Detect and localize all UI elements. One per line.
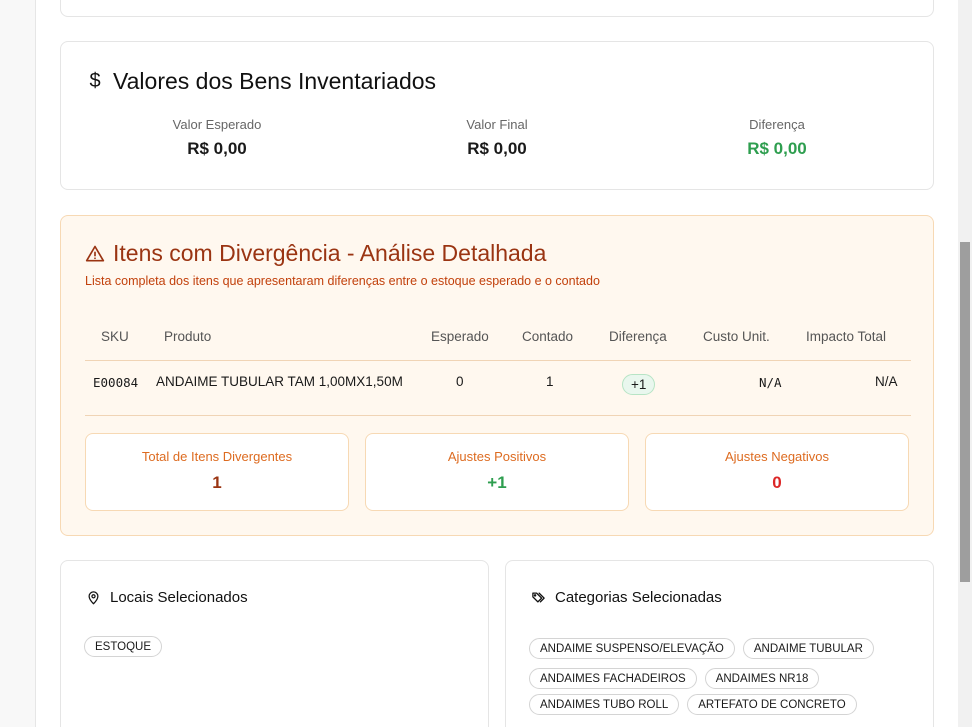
divergence-subtitle: Lista completa dos itens que apresentara… [85,274,600,288]
stat-negative-label: Ajustes Negativos [724,449,830,464]
stat-positive-value: +1 [487,473,507,492]
category-chip: ANDAIMES TUBO ROLL [529,694,680,715]
expected-value-amount: R$ 0,00 [187,139,247,158]
category-chip: ARTEFATO DE CONCRETO [687,694,857,715]
category-chip: ANDAIME SUSPENSO/ELEVAÇÃO [529,638,735,659]
category-chip: ANDAIME TUBULAR [742,638,874,659]
col-unit-cost[interactable]: Custo Unit. [703,329,770,344]
col-product[interactable]: Produto [164,329,211,344]
stat-positive-adjustments: Ajustes Positivos +1 [365,433,629,511]
stat-negative-value: 0 [772,473,782,492]
vertical-scrollbar[interactable] [958,0,972,727]
final-value-label: Valor Final [466,117,528,132]
difference-value-amount: R$ 0,00 [747,139,807,158]
map-pin-icon [88,591,99,605]
row-product: ANDAIME TUBULAR TAM 1,00MX1,50M [156,374,403,389]
final-value-amount: R$ 0,00 [467,139,527,158]
divergence-title: Itens com Divergência - Análise Detalhad… [85,240,546,267]
row-expected: 0 [456,374,464,389]
row-counted: 1 [546,374,554,389]
categories-title-text: Categorias Selecionadas [555,589,722,606]
final-value: Valor Final R$ 0,00 [377,117,617,159]
values-card: $ Valores dos Bens Inventariados Valor E… [60,41,934,190]
categories-title: Categorias Selecionadas [531,589,722,606]
category-chip: ANDAIMES FACHADEIROS [529,668,697,689]
locations-title: Locais Selecionados [86,589,248,606]
previous-card [60,0,934,17]
stat-total-value: 1 [212,473,222,492]
divergence-card: Itens com Divergência - Análise Detalhad… [60,215,934,536]
scrollbar-thumb[interactable] [960,242,970,582]
stat-total-label: Total de Itens Divergentes [141,449,293,464]
row-sku: E00084 [93,375,139,390]
row-unit-cost: N/A [759,375,782,390]
col-sku[interactable]: SKU [101,329,129,344]
expected-value: Valor Esperado R$ 0,00 [97,117,337,159]
values-title: $ Valores dos Bens Inventariados [87,68,436,95]
col-difference[interactable]: Diferença [609,329,667,344]
difference-value-label: Diferença [749,117,805,132]
table-header: SKU Produto Esperado Contado Diferença C… [85,329,911,361]
dollar-icon: $ [89,70,101,92]
table-row[interactable]: E00084 ANDAIME TUBULAR TAM 1,00MX1,50M 0… [85,362,911,416]
category-chip: ANDAIMES NR18 [704,668,820,689]
col-expected[interactable]: Esperado [431,329,489,344]
stat-positive-label: Ajustes Positivos [447,449,547,464]
difference-value: Diferença R$ 0,00 [657,117,897,159]
left-sidebar-edge [0,0,36,727]
stat-total-divergent: Total de Itens Divergentes 1 [85,433,349,511]
categories-row-1: ANDAIME SUSPENSO/ELEVAÇÃO ANDAIME TUBULA… [529,638,874,659]
categories-row-2: ANDAIMES FACHADEIROS ANDAIMES NR18 [529,668,820,689]
location-chip: ESTOQUE [84,636,163,657]
locations-card: Locais Selecionados ESTOQUE [60,560,489,727]
col-total-impact[interactable]: Impacto Total [806,329,886,344]
col-counted[interactable]: Contado [522,329,573,344]
divergence-title-text: Itens com Divergência - Análise Detalhad… [113,240,547,266]
values-title-text: Valores dos Bens Inventariados [113,68,437,94]
row-difference-badge: +1 [622,374,656,395]
row-total-impact: N/A [875,374,898,389]
locations-list: ESTOQUE [84,636,163,657]
categories-card: Categorias Selecionadas ANDAIME SUSPENSO… [505,560,934,727]
expected-value-label: Valor Esperado [172,117,262,132]
locations-title-text: Locais Selecionados [110,589,248,606]
stat-negative-adjustments: Ajustes Negativos 0 [645,433,909,511]
categories-row-3: ANDAIMES TUBO ROLL ARTEFATO DE CONCRETO [529,694,857,715]
tags-icon [532,592,545,603]
warning-triangle-icon [85,245,105,261]
